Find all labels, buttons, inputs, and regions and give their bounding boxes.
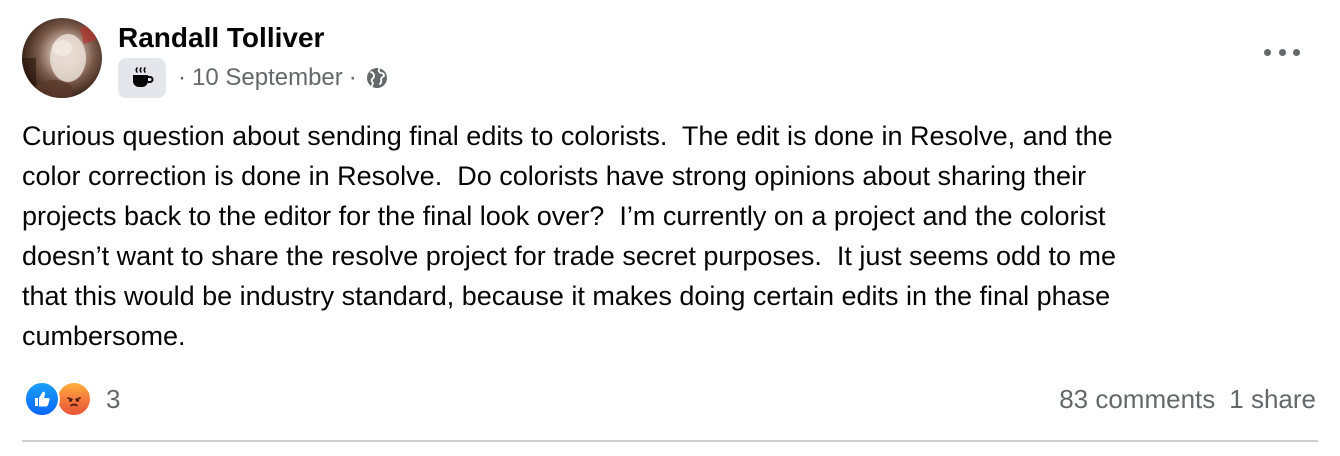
divider (22, 440, 1318, 442)
comments-count-link[interactable]: 83 comments (1059, 384, 1215, 415)
more-dot (1264, 48, 1271, 56)
post-card: Randall Tolliver · 10 September · Curiou… (0, 0, 1340, 456)
post-body: Curious question about sending final edi… (22, 116, 1318, 356)
post-meta: · 10 September · (118, 58, 389, 98)
post-text-line: doesn’t want to share the resolve projec… (22, 241, 1117, 271)
post-text-line: projects back to the editor for the fina… (22, 201, 1106, 231)
shares-count-link[interactable]: 1 share (1229, 384, 1316, 415)
author-avatar[interactable] (22, 18, 102, 98)
author-name[interactable]: Randall Tolliver (118, 20, 324, 56)
globe-icon[interactable] (365, 66, 389, 90)
angry-reaction-icon (56, 381, 92, 417)
post-date[interactable]: 10 September (192, 64, 343, 92)
coffee-cup-icon[interactable] (118, 58, 166, 98)
post-text-line: cumbersome. (22, 321, 186, 351)
more-dot (1278, 48, 1286, 56)
reaction-count: 3 (106, 383, 121, 414)
like-reaction-icon (24, 381, 60, 417)
post-stats: 83 comments 1 share (1059, 380, 1316, 418)
post-text-line: color correction is done in Resolve. Do … (22, 161, 1087, 191)
reactions-summary[interactable]: 3 (24, 380, 120, 418)
avatar-image (22, 24, 96, 98)
post-text-line: that this would be industry standard, be… (22, 281, 1111, 311)
meta-separator: · (348, 64, 357, 91)
meta-separator: · (178, 64, 186, 91)
more-dot (1293, 48, 1300, 56)
post-text-line: Curious question about sending final edi… (22, 121, 1113, 151)
more-options-icon[interactable] (1264, 40, 1300, 64)
